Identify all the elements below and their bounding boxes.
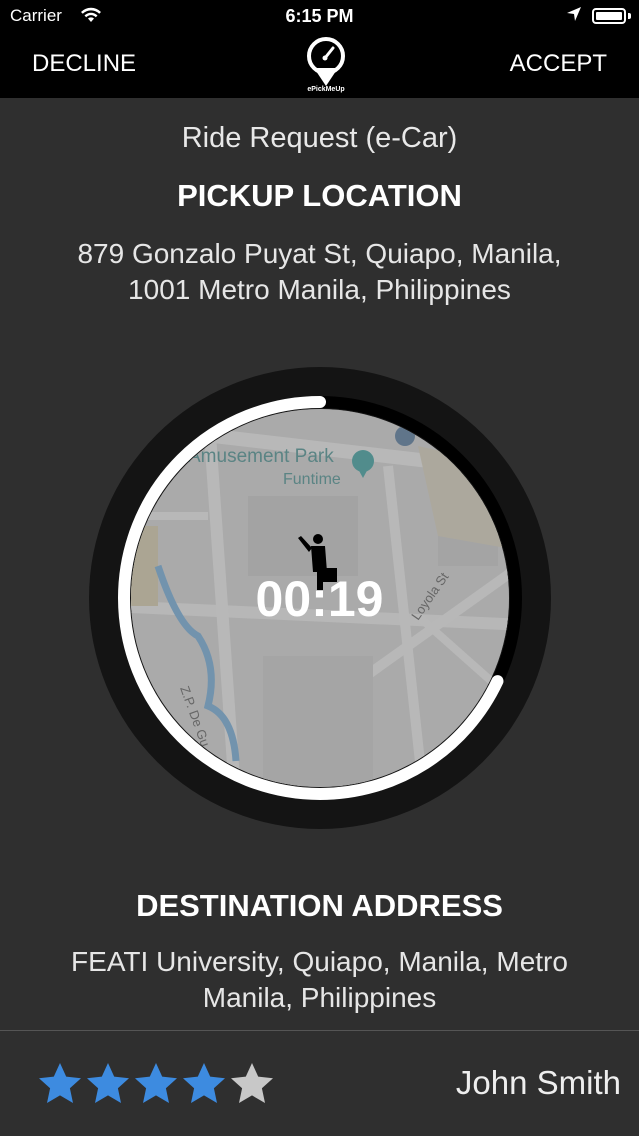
status-time: 6:15 PM <box>285 6 354 26</box>
destination-address-line2: Manila, Philippines <box>202 982 437 1013</box>
destination-address-line1: FEATI University, Quiapo, Manila, Metro <box>71 946 568 977</box>
star-filled-icon <box>135 1063 177 1103</box>
star-filled-icon <box>183 1063 225 1103</box>
star-empty-icon <box>231 1063 273 1103</box>
status-bar: Carrier 6:15 PM <box>0 0 639 32</box>
accept-button[interactable]: ACCEPT <box>510 50 607 78</box>
passenger-rating <box>36 1060 276 1108</box>
navigation-bar: DECLINE ePickMeUp ACCEPT <box>0 32 639 98</box>
star-filled-icon <box>87 1063 129 1103</box>
timer-value: 00:19 <box>255 571 384 627</box>
passenger-name: John Smith <box>455 1064 621 1101</box>
decline-button[interactable]: DECLINE <box>32 50 136 78</box>
destination-address: FEATI University, Quiapo, Manila, Metro … <box>0 944 639 1016</box>
star-filled-icon <box>39 1063 81 1103</box>
battery-nub <box>628 13 631 19</box>
pickup-address-line1: 879 Gonzalo Puyat St, Quiapo, Manila, <box>77 238 562 269</box>
pickup-address: 879 Gonzalo Puyat St, Quiapo, Manila, 10… <box>0 236 639 308</box>
location-arrow-icon <box>566 6 582 27</box>
pickup-address-line2: 1001 Metro Manila, Philippines <box>128 274 511 305</box>
destination-heading: DESTINATION ADDRESS <box>136 888 503 923</box>
pickup-heading: PICKUP LOCATION <box>177 178 462 213</box>
logo-wordmark: ePickMeUp <box>307 86 345 93</box>
divider <box>0 1030 639 1031</box>
battery-icon <box>592 8 626 24</box>
ride-request-title: Ride Request (e-Car) <box>181 122 458 154</box>
